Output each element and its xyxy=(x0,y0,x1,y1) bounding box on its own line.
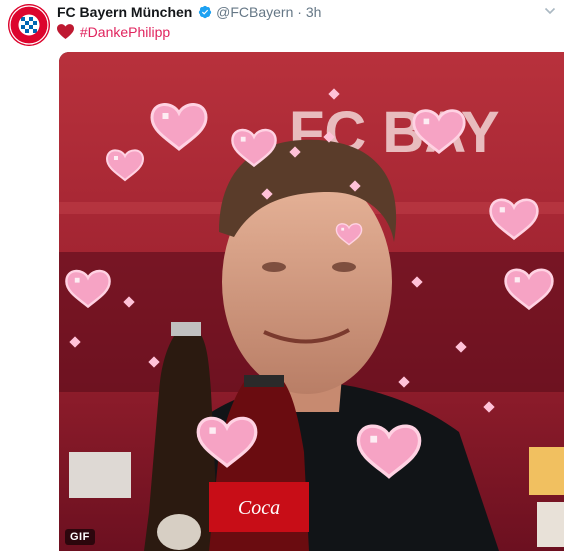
author-handle[interactable]: @FCBayern xyxy=(216,4,293,20)
gif-media[interactable]: FC BAY Coca GIF xyxy=(59,52,564,551)
fc-bayern-crest-icon xyxy=(8,4,50,46)
gif-badge: GIF xyxy=(65,529,95,545)
hashtag-label: #DankePhilipp xyxy=(79,24,171,40)
verified-badge-icon xyxy=(198,4,212,24)
red-heart-icon xyxy=(57,24,74,44)
author-name[interactable]: FC Bayern München xyxy=(57,4,192,20)
gif-frame-image: FC BAY Coca xyxy=(59,52,564,551)
tweet-timestamp[interactable]: 3h xyxy=(306,4,322,20)
svg-text:Coca: Coca xyxy=(238,497,280,519)
tweet-header: FC Bayern München @FCBayern · 3h xyxy=(57,2,556,22)
separator-dot: · xyxy=(297,4,302,20)
chevron-down-icon[interactable] xyxy=(544,5,556,17)
tweet-text: #DankePhilipp xyxy=(57,22,170,44)
hashtag-link[interactable]: #DankePhilipp xyxy=(80,24,170,40)
avatar[interactable] xyxy=(8,4,50,46)
